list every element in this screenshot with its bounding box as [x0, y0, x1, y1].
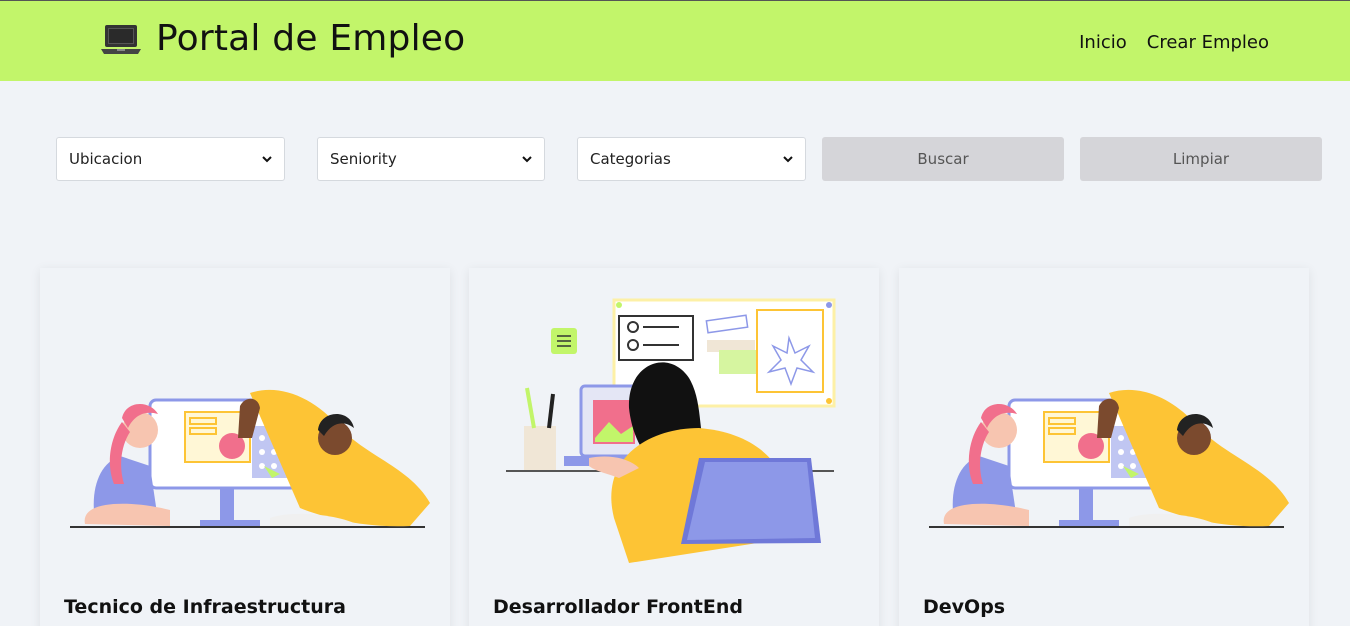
site-header: Portal de Empleo Inicio Crear Empleo — [0, 1, 1350, 81]
woman-at-laptop-illustration — [469, 288, 879, 588]
search-button[interactable]: Buscar — [822, 137, 1064, 181]
job-title: Tecnico de Infraestructura — [64, 596, 346, 618]
seniority-select-value: Seniority — [330, 150, 397, 168]
main-nav: Inicio Crear Empleo — [1079, 32, 1269, 53]
nav-link-crear-empleo[interactable]: Crear Empleo — [1147, 32, 1269, 53]
ubicacion-select[interactable]: Ubicacion — [56, 137, 285, 181]
site-title: Portal de Empleo — [156, 18, 466, 59]
job-card[interactable]: Tecnico de Infraestructura — [40, 268, 450, 626]
job-card[interactable]: Desarrollador FrontEnd — [469, 268, 879, 626]
seniority-select[interactable]: Seniority — [317, 137, 545, 181]
team-at-monitor-illustration — [899, 288, 1309, 588]
clear-button[interactable]: Limpiar — [1080, 137, 1322, 181]
chevron-down-icon — [783, 156, 793, 163]
nav-link-inicio[interactable]: Inicio — [1079, 32, 1127, 53]
chevron-down-icon — [262, 156, 272, 163]
laptop-icon — [100, 21, 142, 57]
categorias-select[interactable]: Categorias — [577, 137, 806, 181]
team-at-monitor-illustration — [40, 288, 450, 588]
chevron-down-icon — [522, 156, 532, 163]
brand[interactable]: Portal de Empleo — [100, 21, 465, 57]
categorias-select-value: Categorias — [590, 150, 671, 168]
job-card[interactable]: DevOps — [899, 268, 1309, 626]
job-title: DevOps — [923, 596, 1006, 618]
ubicacion-select-value: Ubicacion — [69, 150, 143, 168]
job-title: Desarrollador FrontEnd — [493, 596, 743, 618]
